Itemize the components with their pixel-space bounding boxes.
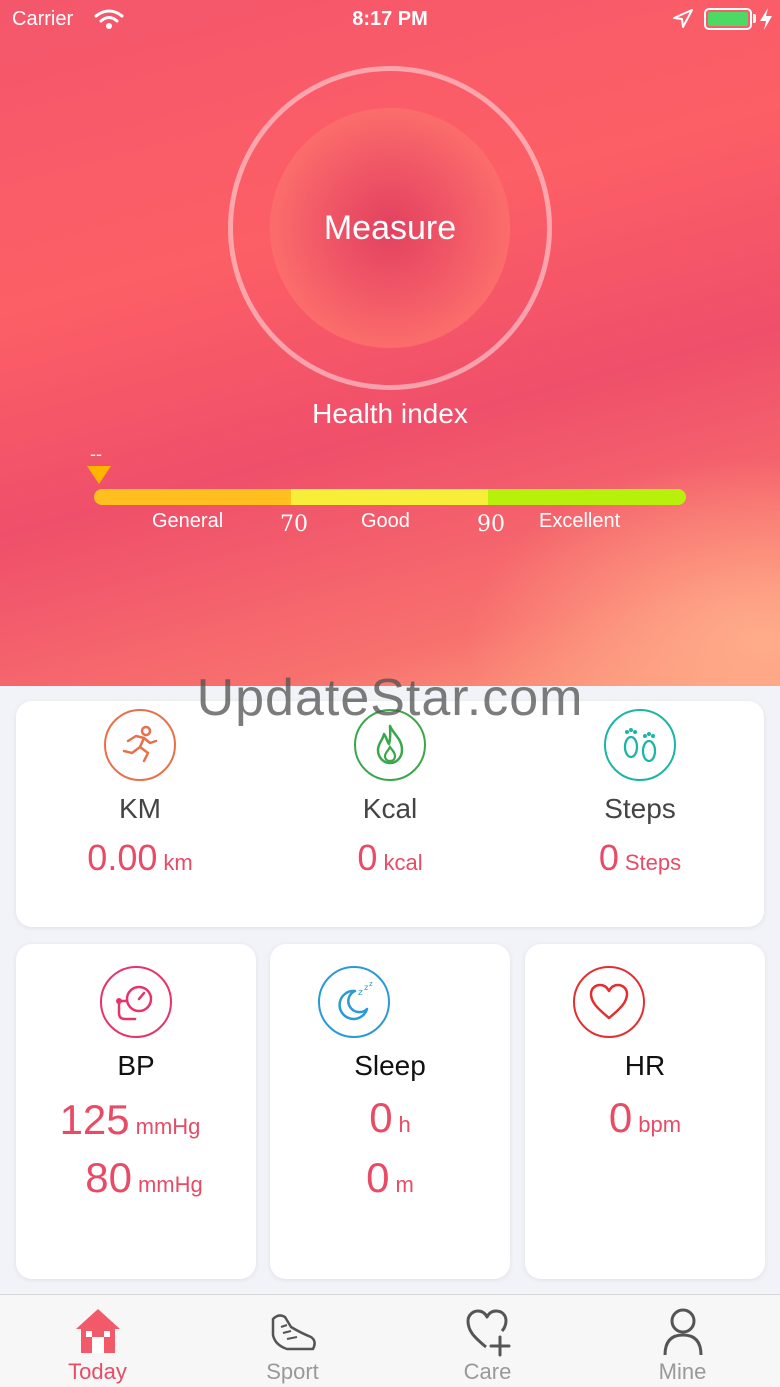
kcal-value-row: 0 kcal (270, 837, 510, 879)
hr-card[interactable]: HR 0 bpm (525, 944, 765, 1279)
kcal-unit: kcal (383, 850, 423, 875)
current-index-value: -- (90, 444, 102, 464)
sleep-minutes-unit: m (395, 1172, 414, 1197)
scale-threshold-70: 70 (280, 512, 308, 537)
bottom-tab-bar: Today Sport Care Mine (0, 1294, 780, 1387)
tab-today-label: Today (68, 1359, 127, 1384)
km-value: 0.00 (87, 837, 158, 878)
bp-label: BP (117, 1050, 155, 1081)
measure-label: Measure (323, 208, 457, 247)
bp-systolic-value: 125 (59, 1096, 130, 1143)
scale-threshold-90: 90 (477, 512, 505, 537)
location-arrow-icon (673, 9, 693, 28)
kcal-metric[interactable]: Kcal 0 kcal (270, 701, 510, 927)
steps-value: 0 (598, 837, 619, 878)
charging-bolt-icon (760, 8, 772, 30)
battery-icon (704, 8, 752, 30)
tab-care[interactable]: Care (390, 1295, 585, 1387)
hr-unit: bpm (638, 1112, 682, 1137)
moon-sleep-icon: z z z (318, 966, 390, 1038)
km-value-row: 0.00 km (20, 837, 260, 879)
heart-plus-icon (466, 1309, 510, 1357)
scale-segment-general (94, 489, 291, 505)
hr-value-row: 0 bpm (525, 1094, 765, 1142)
scale-label-excellent: Excellent (539, 510, 621, 532)
sleep-hours-unit: h (398, 1112, 411, 1137)
watermark-text: UpdateStar.com (196, 669, 584, 727)
hero-panel: Carrier 8:17 PM Measure Health index -- … (0, 0, 780, 686)
sleep-label: Sleep (354, 1050, 426, 1081)
scale-segment-excellent (488, 489, 686, 505)
steps-unit: Steps (624, 850, 682, 875)
km-label: KM (119, 793, 161, 824)
bp-systolic-unit: mmHg (135, 1114, 201, 1139)
tab-today[interactable]: Today (0, 1295, 195, 1387)
hr-value: 0 (608, 1094, 633, 1141)
status-time: 8:17 PM (352, 8, 428, 30)
steps-metric[interactable]: Steps 0 Steps (520, 701, 760, 927)
blood-pressure-icon (100, 966, 172, 1038)
svg-text:z: z (369, 980, 373, 988)
sleep-hours-value: 0 (369, 1094, 393, 1141)
tab-mine[interactable]: Mine (585, 1295, 780, 1387)
km-unit: km (163, 850, 193, 875)
tab-care-label: Care (463, 1359, 512, 1384)
steps-value-row: 0 Steps (520, 837, 760, 879)
health-index-title: Health index (312, 398, 468, 429)
scale-label-general: General (152, 510, 224, 532)
scale-segment-good (291, 489, 488, 505)
tab-mine-label: Mine (658, 1359, 707, 1384)
sleep-minutes-row: 0m (270, 1154, 510, 1202)
bp-diastolic-row: 80 mmHg (24, 1154, 264, 1202)
scale-label-good: Good (361, 510, 410, 532)
activity-card[interactable]: KM 0.00 km Kcal 0 kcal Steps 0Steps (16, 701, 764, 927)
kcal-label: Kcal (362, 793, 418, 824)
bp-systolic-row: 125 mmHg (10, 1096, 250, 1144)
kcal-value: 0 (357, 837, 378, 878)
hr-label: HR (624, 1050, 666, 1081)
tab-sport-label: Sport (266, 1359, 319, 1384)
status-bar: Carrier 8:17 PM (0, 0, 780, 40)
sleep-hours-row: 0h (270, 1094, 510, 1142)
steps-label: Steps (604, 793, 676, 824)
heart-icon (573, 966, 645, 1038)
sleep-card[interactable]: z z z Sleep 0h 0m (270, 944, 510, 1279)
index-marker-triangle (87, 466, 111, 484)
bp-diastolic-value: 80 (85, 1154, 132, 1201)
home-icon (75, 1309, 120, 1353)
sleep-minutes-value: 0 (366, 1154, 390, 1201)
bp-diastolic-unit: mmHg (137, 1172, 203, 1197)
km-metric[interactable]: KM 0.00 km (20, 701, 260, 927)
svg-text:z: z (364, 983, 368, 992)
battery-tip (753, 14, 756, 23)
svg-text:z: z (358, 988, 363, 998)
bp-card[interactable]: BP 125 mmHg 80 mmHg (16, 944, 256, 1279)
health-scale-bar (94, 489, 686, 505)
shoe-icon (271, 1314, 316, 1351)
tab-sport[interactable]: Sport (195, 1295, 390, 1387)
measure-button[interactable]: Measure (270, 108, 510, 348)
person-icon (663, 1308, 702, 1356)
